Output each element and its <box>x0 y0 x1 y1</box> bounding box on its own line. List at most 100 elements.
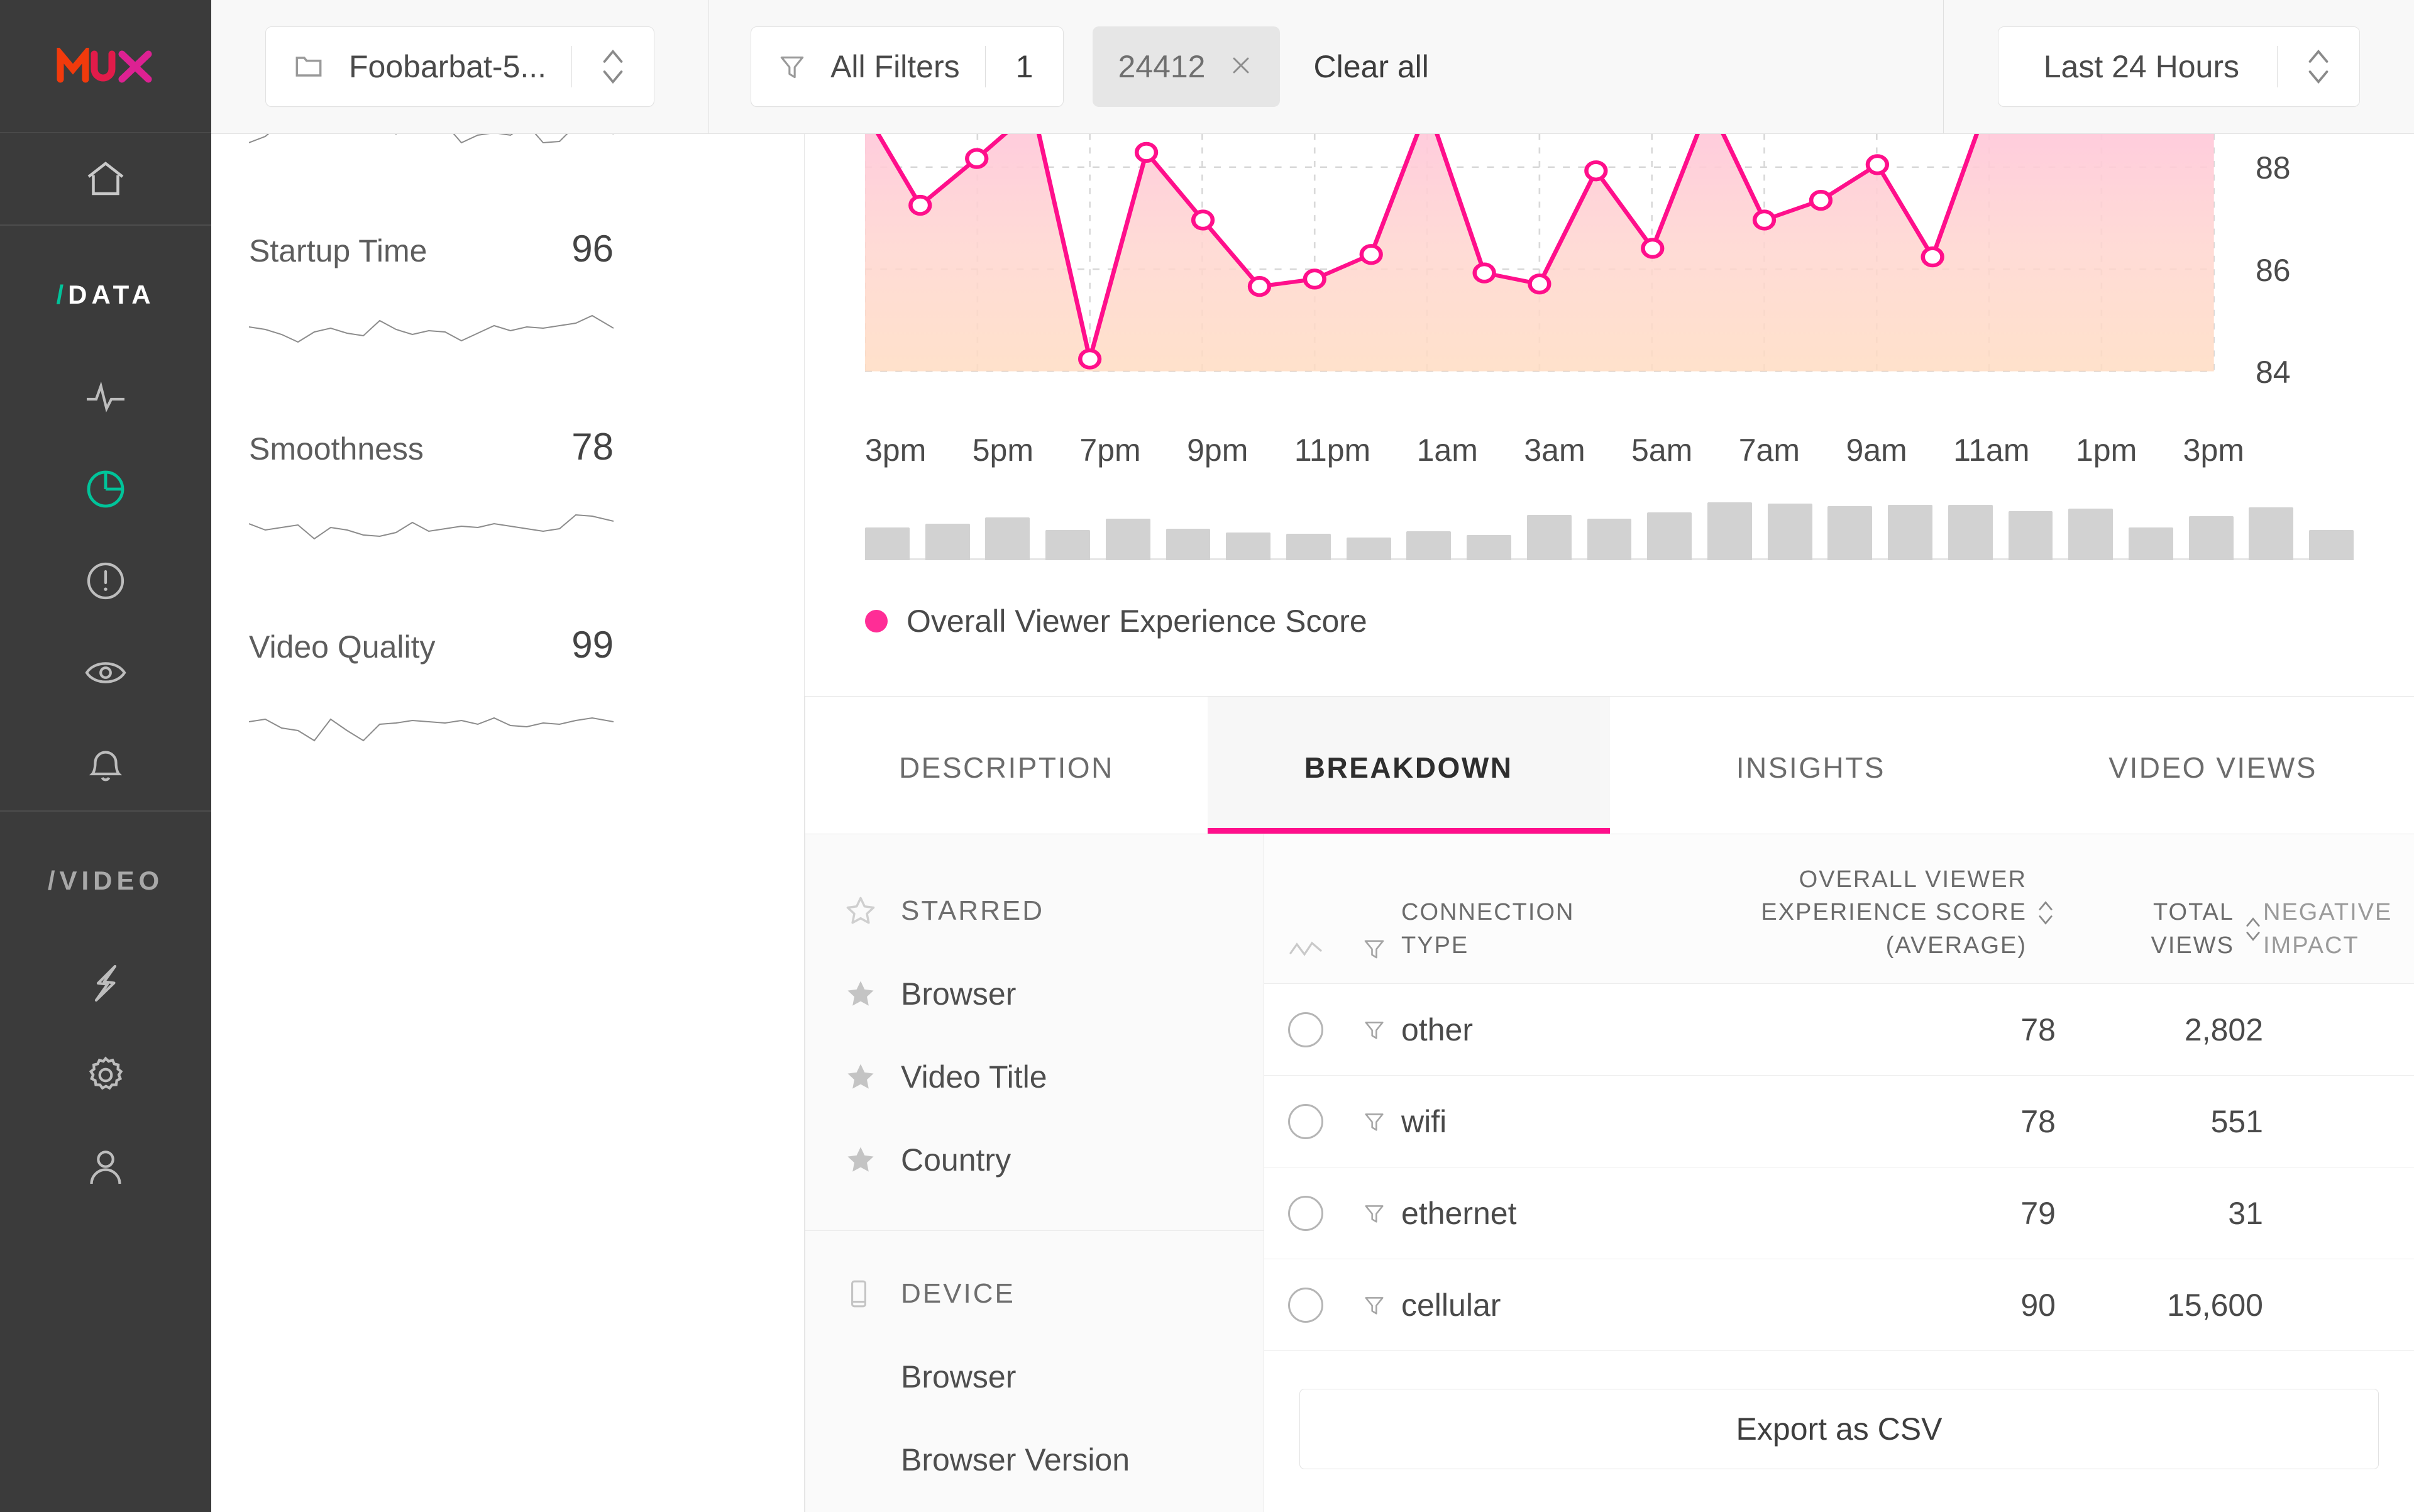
eye-icon <box>85 662 126 683</box>
breakdown-item-browser[interactable]: Browser <box>805 952 1264 1035</box>
time-range-selector[interactable]: Last 24 Hours <box>1997 26 2360 107</box>
export-csv-button[interactable]: Export as CSV <box>1299 1389 2379 1470</box>
environment-stepper[interactable] <box>572 45 654 89</box>
clear-all-button[interactable]: Clear all <box>1314 48 1429 85</box>
column-header-score[interactable]: OVERALL VIEWER EXPERIENCE SCORE (AVERAGE… <box>1697 863 2056 962</box>
bell-icon <box>89 751 123 781</box>
tab-insights[interactable]: INSIGHTS <box>1609 697 2012 834</box>
breakdown-item-browser-version[interactable]: Browser Version <box>805 1418 1264 1501</box>
volume-bar[interactable] <box>1767 504 1812 560</box>
radio-icon[interactable] <box>1288 1195 1323 1231</box>
breakdown-item-video-title[interactable]: Video Title <box>805 1035 1264 1118</box>
sort-chevron-icon-2[interactable] <box>2243 914 2263 944</box>
row-select-cell[interactable] <box>1264 1195 1347 1231</box>
sidebar-item-views[interactable] <box>0 627 211 719</box>
column-header-connection-type[interactable]: CONNECTION TYPE <box>1401 896 1697 962</box>
filter-chip-24412[interactable]: 24412 <box>1093 26 1280 107</box>
volume-bar[interactable] <box>2068 509 2114 560</box>
content-panel: 88 86 84 3pm 5pm 7pm 9pm 11pm 1am 3am 5a <box>805 134 2414 1512</box>
radio-icon[interactable] <box>1288 1287 1323 1323</box>
tab-breakdown[interactable]: BREAKDOWN <box>1207 697 1610 834</box>
volume-bar[interactable] <box>1948 505 1993 560</box>
breakdown-item-country[interactable]: Country <box>805 1118 1264 1201</box>
metric-video-quality[interactable]: Video Quality 99 <box>249 563 614 666</box>
tab-video-views[interactable]: VIDEO VIEWS <box>2012 697 2414 834</box>
volume-bar[interactable] <box>1406 531 1452 560</box>
star-filled-icon[interactable] <box>843 1059 901 1095</box>
volume-bar[interactable] <box>1707 502 1752 560</box>
row-filter-cell[interactable] <box>1347 1109 1401 1134</box>
sparkline-icon <box>1264 937 1347 962</box>
tab-description[interactable]: DESCRIPTION <box>805 697 1208 834</box>
metric-smoothness[interactable]: Smoothness 78 <box>249 365 614 468</box>
time-range-stepper[interactable] <box>2278 45 2359 89</box>
sidebar-item-settings[interactable] <box>0 1029 211 1121</box>
volume-bar[interactable] <box>1827 506 1873 560</box>
metrics-panel: Startup Time 96 Smoothness 78 Video Qual… <box>211 134 805 1512</box>
mux-logo[interactable] <box>0 0 211 132</box>
volume-bar[interactable] <box>865 527 910 560</box>
main-area: Foobarbat-5... All Filters 1 24412 Clear… <box>211 0 2414 1512</box>
time-range-segment: Last 24 Hours <box>1944 0 2414 133</box>
volume-bar[interactable] <box>1526 515 1572 560</box>
row-filter-cell[interactable] <box>1347 1293 1401 1318</box>
row-filter-cell[interactable] <box>1347 1017 1401 1042</box>
sidebar-item-live[interactable] <box>0 937 211 1029</box>
sidebar-item-dashboard[interactable] <box>0 443 211 535</box>
breakdown-section: STARRED Browser Video Title Country DEVI… <box>805 834 2414 1512</box>
volume-bar[interactable] <box>2309 530 2354 560</box>
user-icon <box>90 1151 121 1184</box>
row-select-cell[interactable] <box>1264 1287 1347 1323</box>
volume-bar[interactable] <box>1467 535 1511 560</box>
viewer-experience-chart[interactable]: 88 86 84 <box>865 134 2291 417</box>
metric-value: 78 <box>571 426 614 468</box>
radio-icon[interactable] <box>1288 1103 1323 1139</box>
table-row[interactable]: cellular 90 15,600 <box>1264 1259 2414 1352</box>
volume-bar[interactable] <box>1166 529 1211 560</box>
volume-bar[interactable] <box>985 517 1030 560</box>
sidebar-item-home[interactable] <box>0 133 211 224</box>
volume-bar[interactable] <box>925 524 970 560</box>
volume-bar[interactable] <box>1105 519 1150 560</box>
sort-chevron-icon[interactable] <box>2036 898 2056 928</box>
volume-bar[interactable] <box>2188 516 2234 560</box>
row-filter-cell[interactable] <box>1347 1201 1401 1226</box>
volume-bar[interactable] <box>1226 533 1271 560</box>
star-filled-icon[interactable] <box>843 976 901 1012</box>
row-select-cell[interactable] <box>1264 1103 1347 1139</box>
sidebar-item-account[interactable] <box>0 1121 211 1213</box>
table-row[interactable]: wifi 78 551 <box>1264 1076 2414 1168</box>
volume-bar[interactable] <box>1647 512 1692 560</box>
environment-selector[interactable]: Foobarbat-5... <box>265 26 655 107</box>
volume-bar[interactable] <box>1045 530 1090 560</box>
star-filled-icon[interactable] <box>843 1142 901 1178</box>
table-row[interactable]: ethernet 79 31 <box>1264 1167 2414 1260</box>
row-views: 31 <box>2228 1195 2263 1231</box>
row-select-cell[interactable] <box>1264 1012 1347 1047</box>
column-label-wrap-2: TOTAL VIEWS <box>2151 896 2234 962</box>
pulse-icon <box>87 381 124 413</box>
table-row[interactable]: other 78 2,802 <box>1264 984 2414 1076</box>
volume-bar[interactable] <box>2008 511 2053 560</box>
radio-icon[interactable] <box>1288 1012 1323 1047</box>
metric-startup-time[interactable]: Startup Time 96 <box>249 167 614 270</box>
volume-bar[interactable] <box>2249 507 2294 560</box>
sidebar-item-alerts[interactable] <box>0 719 211 810</box>
volume-bar[interactable] <box>1587 519 1632 560</box>
breakdown-item-label: Country <box>901 1142 1011 1178</box>
column-header-negative-impact[interactable]: NEGATIVE IMPACT <box>2263 896 2414 962</box>
column-filter-icon[interactable] <box>1347 935 1401 962</box>
volume-bar[interactable] <box>1286 534 1331 560</box>
sidebar-item-errors[interactable] <box>0 535 211 627</box>
column-header-total-views[interactable]: TOTAL VIEWS <box>2056 896 2263 962</box>
breakdown-item-device-browser[interactable]: Browser <box>805 1335 1264 1418</box>
breakdown-group-header-starred: STARRED <box>805 869 1264 952</box>
sidebar-item-metrics[interactable] <box>0 351 211 443</box>
all-filters-button[interactable]: All Filters 1 <box>751 26 1064 107</box>
volume-bar[interactable] <box>2129 527 2173 560</box>
volume-bar[interactable] <box>1888 505 1932 560</box>
close-icon[interactable] <box>1227 52 1255 82</box>
volume-bar[interactable] <box>1346 538 1391 560</box>
row-score: 79 <box>2020 1195 2056 1231</box>
funnel-icon <box>1365 1113 1384 1131</box>
